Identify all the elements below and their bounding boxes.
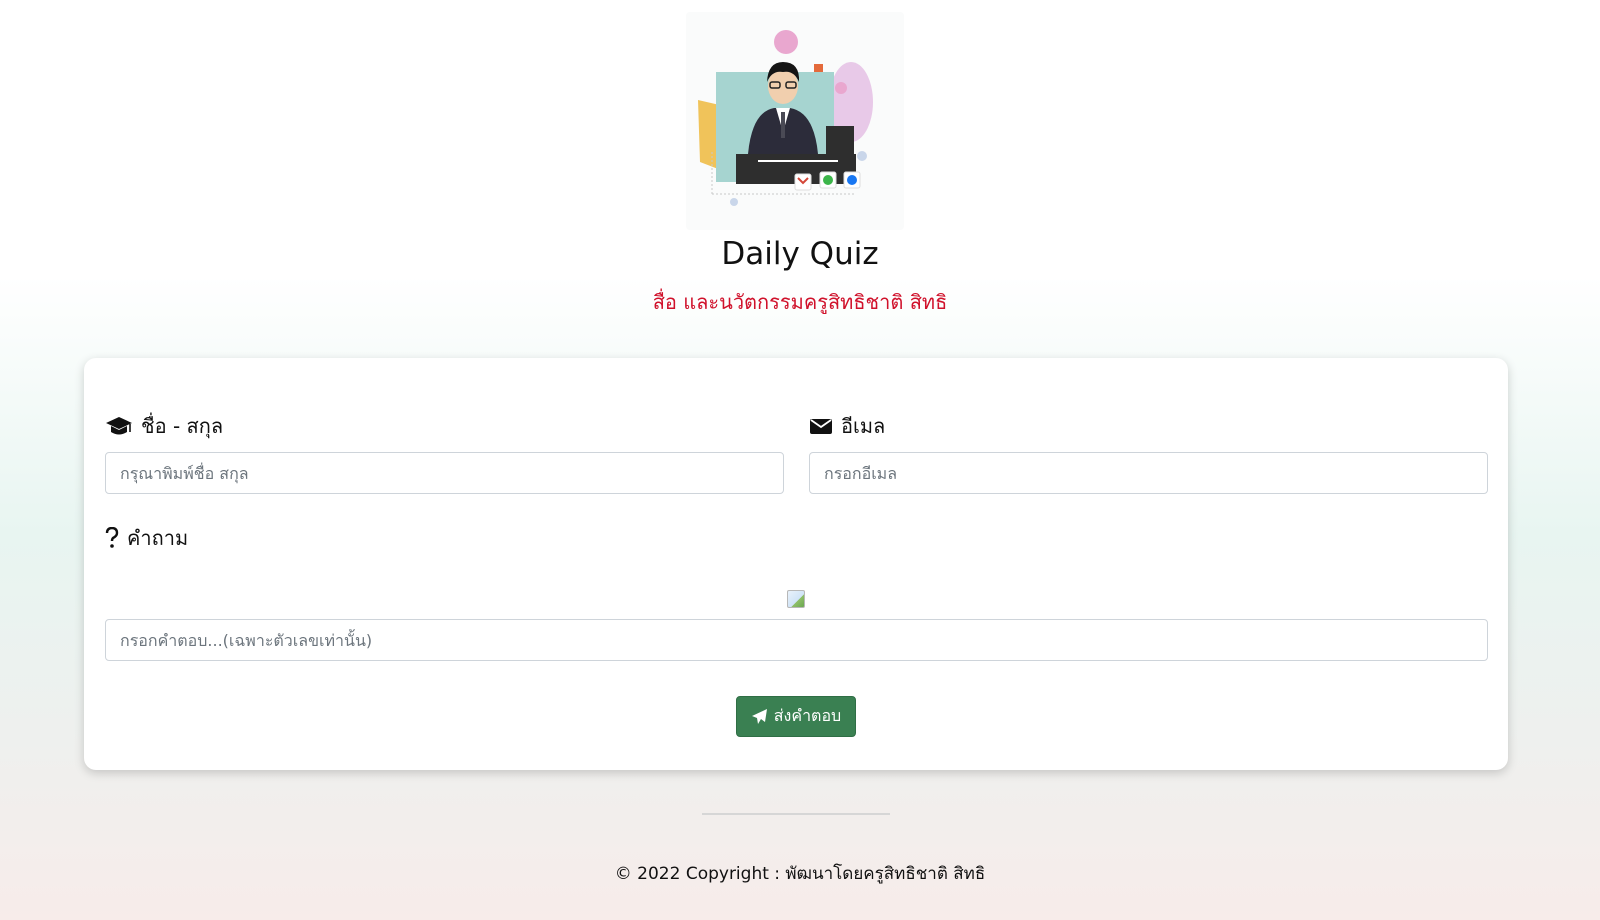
question-icon <box>105 527 119 548</box>
question-label-text: คำถาม <box>127 526 189 550</box>
email-label-text: อีเมล <box>841 414 886 438</box>
paper-plane-icon <box>751 709 767 724</box>
email-input[interactable] <box>809 452 1488 494</box>
footer-divider <box>702 813 890 815</box>
question-image <box>787 590 805 608</box>
quiz-form-card: ชื่อ - สกุล อีเมล คำถาม ส่งคำตอบ <box>84 358 1508 770</box>
answer-input[interactable] <box>105 619 1488 661</box>
name-label-text: ชื่อ - สกุล <box>141 414 224 438</box>
page-title: Daily Quiz <box>721 236 879 272</box>
submit-answer-button[interactable]: ส่งคำตอบ <box>736 696 856 737</box>
name-field-label: ชื่อ - สกุล <box>105 410 223 442</box>
submit-button-label: ส่งคำตอบ <box>773 706 842 725</box>
footer-copyright: © 2022 Copyright : พัฒนาโดยครูสิทธิชาติ … <box>614 864 986 884</box>
graduation-cap-icon <box>106 417 132 435</box>
email-field-label: อีเมล <box>809 410 885 442</box>
envelope-icon <box>810 419 832 434</box>
question-field-label: คำถาม <box>105 522 188 554</box>
name-input[interactable] <box>105 452 784 494</box>
page-subtitle: สื่อ และนวัตกรรมครูสิทธิชาติ สิทธิ <box>652 290 948 314</box>
teacher-profile-image <box>686 12 904 230</box>
